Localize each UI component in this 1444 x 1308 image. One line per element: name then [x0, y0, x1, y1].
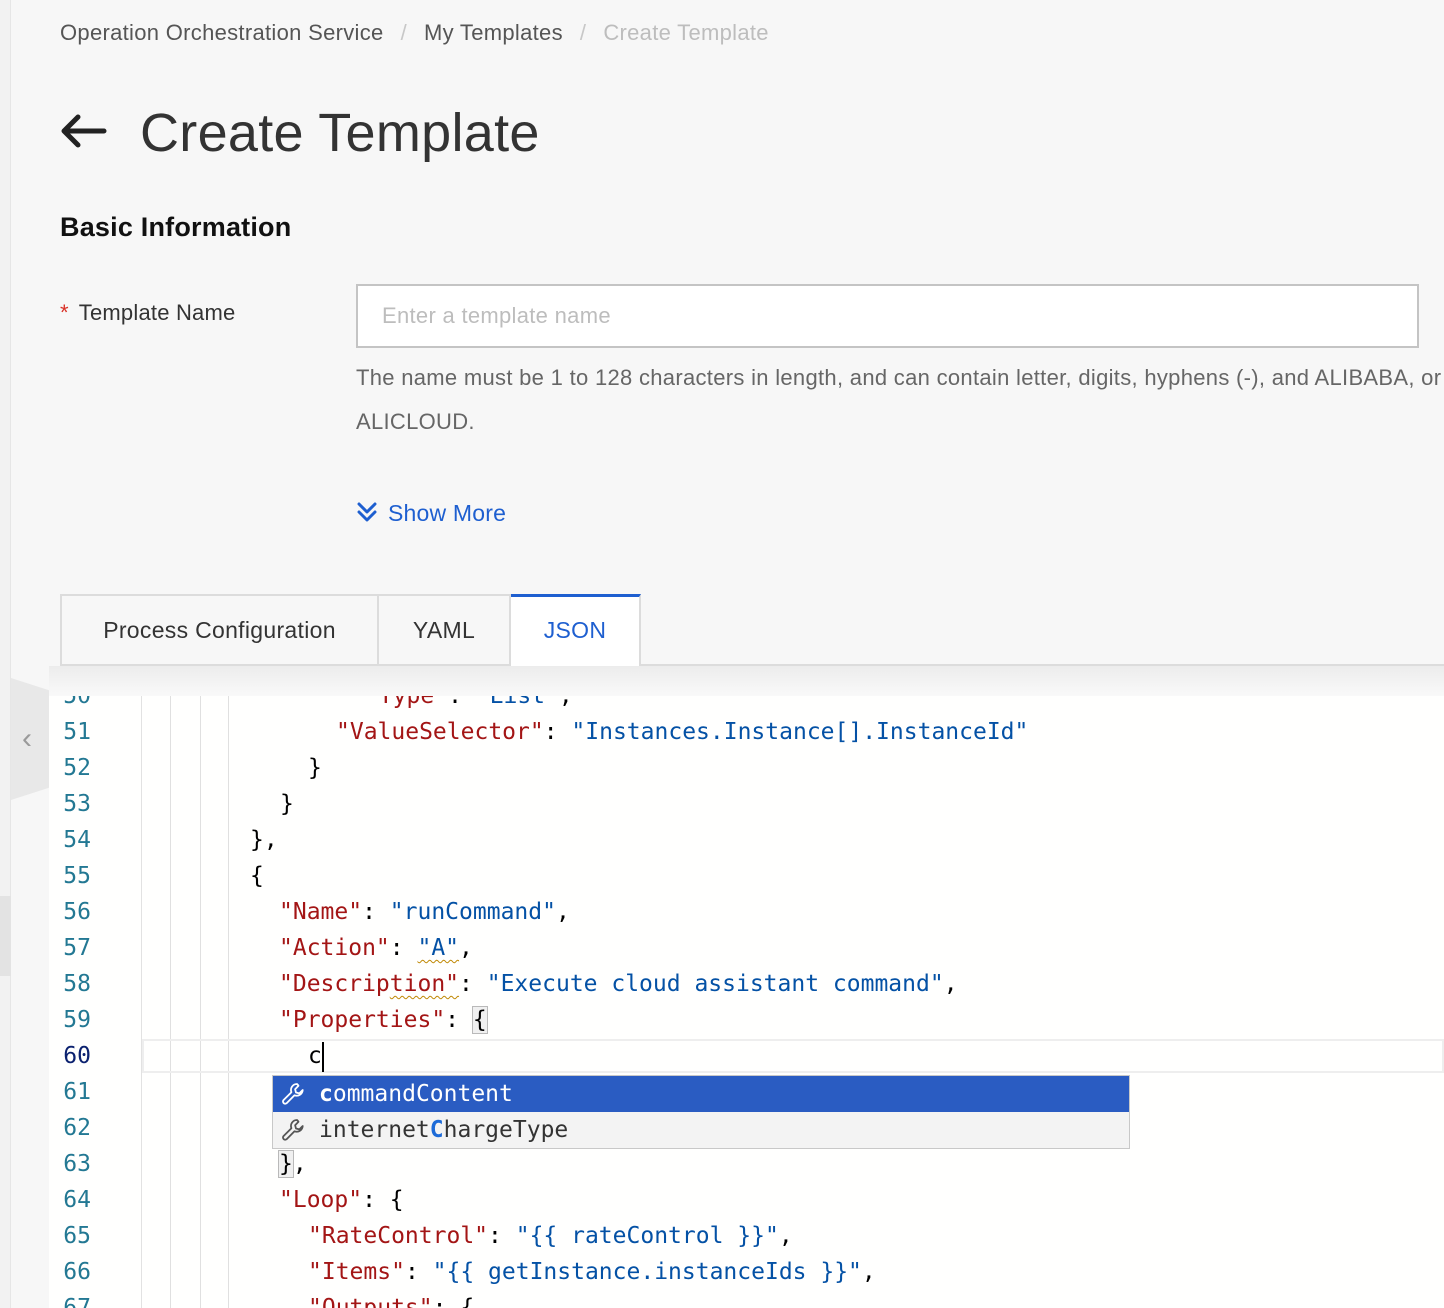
code-text: },: [250, 827, 278, 853]
required-mark: *: [60, 300, 69, 325]
code-line: 57 "Action": "A",: [49, 930, 1444, 966]
template-name-help-text: The name must be 1 to 128 characters in …: [356, 365, 1442, 434]
show-more-label: Show More: [388, 500, 507, 526]
editor-top-shadow: [49, 666, 1444, 698]
template-name-label: * Template Name: [60, 300, 235, 326]
template-name-input[interactable]: [356, 284, 1419, 348]
suggestion-item-internet-charge-type[interactable]: internetChargeType: [273, 1112, 1129, 1148]
tab-process-configuration[interactable]: Process Configuration: [60, 594, 379, 666]
code-text: }: [280, 791, 294, 817]
code-text: "Properties": {: [279, 1006, 488, 1034]
line-number: 51: [63, 719, 91, 745]
code-text: "Outputs": {: [308, 1295, 475, 1308]
page-title: Create Template: [140, 103, 540, 163]
code-text: "Name": "runCommand",: [279, 899, 570, 925]
code-line: 54},: [49, 822, 1444, 858]
code-line: 63},: [49, 1146, 1444, 1182]
chevron-left-icon: ‹: [22, 722, 32, 755]
editor-tabs: Process Configuration YAML JSON: [60, 594, 641, 666]
code-line: 59 "Properties": {: [49, 1002, 1444, 1038]
template-name-label-text: Template Name: [78, 300, 236, 325]
wrench-icon: [279, 1116, 307, 1144]
suggestion-label: internetChargeType: [319, 1117, 568, 1143]
line-number: 52: [63, 755, 91, 781]
suggestion-match: c: [319, 1081, 333, 1107]
breadcrumb-current: Create Template: [603, 20, 769, 45]
code-line: 66 "Items": "{{ getInstance.instanceIds }…: [49, 1254, 1444, 1290]
line-number: 62: [63, 1115, 91, 1141]
code-line: 55 {: [49, 858, 1444, 894]
code-text: c: [308, 1038, 324, 1074]
code-line: 52}: [49, 750, 1444, 786]
autocomplete-suggestions[interactable]: commandContent internetChargeType: [272, 1075, 1130, 1149]
code-line: 67 "Outputs": {: [49, 1290, 1444, 1308]
code-line: 53}: [49, 786, 1444, 822]
line-number: 64: [63, 1187, 91, 1213]
breadcrumb-item-oos[interactable]: Operation Orchestration Service: [60, 20, 384, 46]
code-text: "RateControl": "{{ rateControl }}",: [308, 1223, 793, 1249]
code-text: "Loop": {: [279, 1187, 404, 1213]
back-arrow-icon[interactable]: [60, 110, 120, 156]
breadcrumb-separator: /: [400, 20, 407, 45]
line-number: 66: [63, 1259, 91, 1285]
breadcrumb-separator: /: [579, 20, 587, 45]
code-line: 60 c: [49, 1038, 1444, 1074]
line-number: 53: [63, 791, 91, 817]
section-title-basic-information: Basic Information: [60, 212, 292, 242]
suggestion-item-command-content[interactable]: commandContent: [273, 1076, 1129, 1112]
line-number: 59: [63, 1007, 91, 1033]
page-header: Create Template: [60, 102, 540, 164]
code-line: 56 "Name": "runCommand",: [49, 894, 1444, 930]
code-text: {: [250, 863, 264, 889]
line-number: 50: [63, 696, 91, 709]
line-number: 63: [63, 1151, 91, 1177]
line-number: 54: [63, 827, 91, 853]
code-line: 65 "RateControl": "{{ rateControl }}",: [49, 1218, 1444, 1254]
line-number: 55: [63, 863, 91, 889]
wrench-icon: [279, 1080, 307, 1108]
code-line: 64 "Loop": {: [49, 1182, 1444, 1218]
tab-yaml[interactable]: YAML: [379, 594, 511, 666]
side-scroll-marker: [0, 896, 11, 976]
code-line: 58 "Description": "Execute cloud assistan…: [49, 966, 1444, 1002]
json-code-editor[interactable]: 50 "Type": "List", 51 "ValueSelector": "Ins…: [49, 696, 1444, 1308]
code-text: "ValueSelector": "Instances.Instance[].I…: [336, 719, 1029, 745]
line-number: 57: [63, 935, 91, 961]
suggestion-match: C: [429, 1117, 444, 1143]
tab-json[interactable]: JSON: [511, 594, 641, 666]
code-text: "Action": "A",: [279, 935, 473, 961]
code-text: },: [278, 1150, 307, 1178]
code-text: "Description": "Execute cloud assistant …: [279, 971, 958, 997]
suggestion-label: commandContent: [319, 1081, 513, 1107]
breadcrumb: Operation Orchestration Service / My Tem…: [60, 20, 769, 46]
suggestion-prefix: internet: [319, 1117, 430, 1143]
line-number: 58: [63, 971, 91, 997]
line-number: 56: [63, 899, 91, 925]
suggestion-rest: hargeType: [443, 1117, 569, 1143]
suggestion-rest: ommandContent: [332, 1081, 513, 1107]
code-text: }: [308, 755, 322, 781]
breadcrumb-item-my-templates[interactable]: My Templates: [424, 20, 563, 46]
line-number: 67: [63, 1295, 91, 1308]
code-line: 51 "ValueSelector": "Instances.Instance[]…: [49, 714, 1444, 750]
double-chevron-down-icon: [356, 501, 378, 527]
code-text: "Items": "{{ getInstance.instanceIds }}"…: [308, 1259, 876, 1285]
collapse-sidebar-toggle[interactable]: ‹: [11, 678, 49, 800]
code-text: "Type": "List",: [365, 696, 573, 709]
line-number: 61: [63, 1079, 91, 1105]
line-number: 60: [63, 1043, 91, 1069]
code-line: 50 "Type": "List",: [49, 696, 1444, 714]
show-more-link[interactable]: Show More: [356, 500, 506, 527]
line-number: 65: [63, 1223, 91, 1249]
left-side-strip: [0, 0, 11, 1308]
